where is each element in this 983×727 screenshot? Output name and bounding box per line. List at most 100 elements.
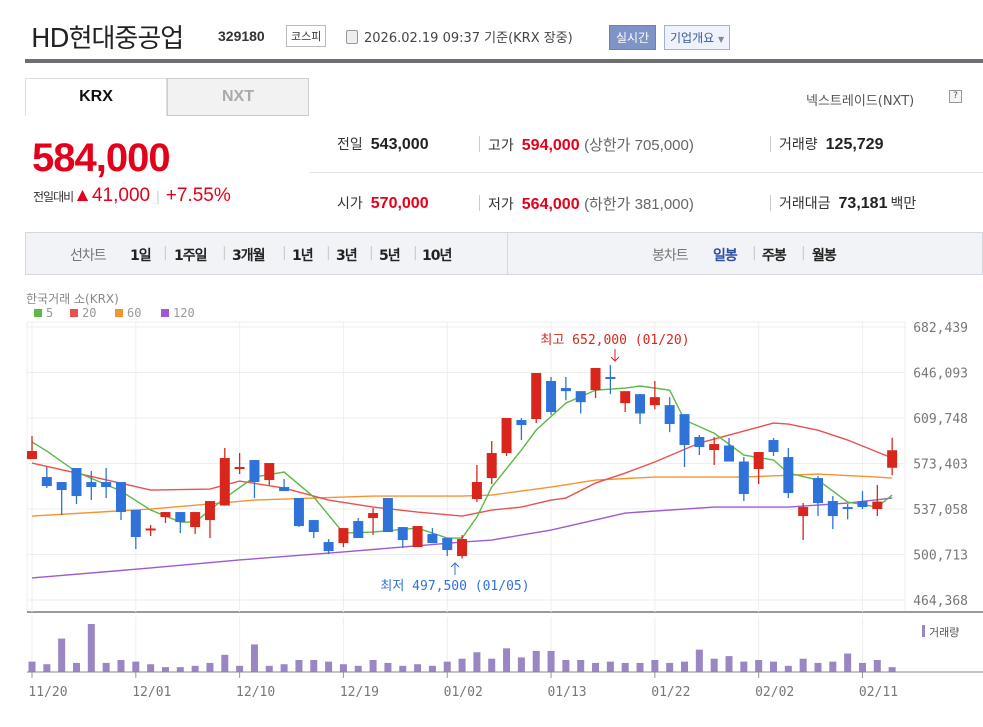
legend-ma60: 60 bbox=[115, 306, 141, 320]
period-1d[interactable]: 1일 bbox=[130, 245, 152, 265]
candle-chart-label: 봉차트 bbox=[652, 248, 689, 264]
ma60-line bbox=[31, 473, 893, 517]
y-tick-label: 682,439 bbox=[913, 321, 968, 336]
legend-ma5: 5 bbox=[34, 306, 53, 320]
candle-body bbox=[842, 507, 853, 510]
candle-body bbox=[783, 457, 794, 494]
stat-label: 저가 bbox=[488, 197, 514, 213]
x-tick-label: 12/19 bbox=[340, 685, 379, 700]
candle-daily[interactable]: 일봉 bbox=[713, 245, 738, 265]
volume-bar bbox=[310, 660, 318, 672]
volume-bar bbox=[28, 661, 36, 672]
stat-volume: 거래량 125,729 bbox=[779, 134, 883, 154]
y-tick-label: 573,403 bbox=[913, 458, 968, 473]
volume-bar bbox=[43, 664, 51, 672]
high-annotation: 최고 652,000 (01/20) bbox=[540, 333, 689, 348]
divider: | bbox=[413, 245, 418, 261]
divider: | bbox=[369, 245, 374, 261]
candle-body bbox=[827, 501, 838, 517]
divider bbox=[770, 195, 771, 211]
low-annotation: 최저 497,500 (01/05) bbox=[380, 579, 529, 594]
volume-bar bbox=[888, 667, 896, 672]
period-10y[interactable]: 10년 bbox=[422, 245, 452, 265]
candle-body bbox=[620, 391, 631, 404]
nxt-link[interactable]: 넥스트레이드(NXT) bbox=[806, 90, 914, 109]
clock-icon bbox=[346, 30, 358, 44]
candle-body bbox=[71, 468, 82, 497]
volume-bar bbox=[488, 658, 496, 672]
y-tick-label: 500,713 bbox=[913, 549, 968, 564]
candle-body bbox=[694, 437, 705, 448]
divider: | bbox=[326, 245, 331, 261]
period-5y[interactable]: 5년 bbox=[379, 245, 401, 265]
stat-amount: 거래대금 73,181 백만 bbox=[779, 193, 924, 213]
volume-bar bbox=[681, 661, 689, 672]
volume-bar bbox=[829, 661, 837, 672]
divider: | bbox=[752, 245, 757, 261]
period-3y[interactable]: 3년 bbox=[336, 245, 358, 265]
tab-krx[interactable]: KRX bbox=[25, 78, 167, 116]
stat-open: 시가 570,000 bbox=[337, 193, 429, 213]
volume-bar bbox=[725, 656, 733, 672]
candle-weekly[interactable]: 주봉 bbox=[762, 245, 787, 265]
candle-body bbox=[560, 388, 571, 392]
volume-bar bbox=[384, 662, 392, 672]
volume-bar bbox=[695, 649, 703, 672]
candle-body bbox=[798, 507, 809, 517]
candle-body bbox=[546, 381, 557, 413]
volume-bar bbox=[458, 658, 466, 672]
volume-bar bbox=[770, 661, 777, 672]
volume-bar bbox=[428, 665, 436, 672]
candle-body bbox=[175, 512, 186, 523]
volume-bar bbox=[191, 665, 199, 672]
candle-body bbox=[872, 501, 883, 510]
realtime-button[interactable]: 실시간 bbox=[609, 25, 657, 50]
tab-nxt[interactable]: NXT bbox=[167, 78, 309, 116]
candle-body bbox=[471, 482, 482, 500]
candle-body bbox=[649, 397, 660, 406]
period-1w[interactable]: 1주일 bbox=[174, 245, 208, 265]
volume-bar bbox=[814, 662, 822, 672]
stats-divider bbox=[310, 172, 983, 173]
divider: | bbox=[156, 188, 160, 204]
x-tick-label: 01/13 bbox=[547, 685, 586, 700]
help-icon[interactable]: ? bbox=[949, 90, 962, 103]
volume-bar bbox=[784, 665, 792, 672]
legend-swatch bbox=[161, 309, 169, 317]
y-tick-label: 609,748 bbox=[913, 412, 968, 427]
volume-bar bbox=[265, 665, 273, 672]
y-tick-label: 646,093 bbox=[913, 367, 968, 382]
volume-bar bbox=[517, 657, 525, 672]
current-price: 584,000 bbox=[32, 136, 171, 180]
divider bbox=[479, 195, 480, 211]
period-3m[interactable]: 3개월 bbox=[232, 245, 266, 265]
volume-bar bbox=[636, 662, 644, 672]
candle-monthly[interactable]: 월봉 bbox=[812, 245, 837, 265]
y-tick-label: 537,058 bbox=[913, 503, 968, 518]
volume-bar bbox=[399, 665, 407, 672]
stock-code: 329180 bbox=[218, 28, 265, 44]
volume-bar bbox=[666, 662, 674, 672]
stat-value: 594,000 bbox=[521, 137, 580, 154]
legend-swatch bbox=[115, 309, 123, 317]
candle-body bbox=[709, 444, 720, 451]
candle-body bbox=[279, 487, 290, 492]
volume-bar bbox=[161, 667, 169, 672]
volume-bar bbox=[354, 665, 362, 672]
candle-body bbox=[382, 498, 393, 533]
period-1y[interactable]: 1년 bbox=[292, 245, 314, 265]
volume-bar bbox=[547, 650, 555, 672]
candle-body bbox=[308, 520, 319, 533]
candle-body bbox=[724, 445, 735, 462]
legend-swatch bbox=[34, 309, 42, 317]
legend-ma120: 120 bbox=[161, 306, 195, 320]
chart-type-bar bbox=[25, 232, 983, 275]
volume-bar bbox=[799, 658, 807, 672]
candle-body bbox=[768, 440, 779, 453]
legend-label: 60 bbox=[127, 306, 142, 320]
candle-body bbox=[427, 534, 438, 544]
x-tick-label: 12/01 bbox=[132, 685, 171, 700]
candle-body bbox=[264, 463, 275, 481]
divider: | bbox=[801, 245, 806, 261]
company-info-dropdown[interactable]: 기업개요 ▼ bbox=[664, 25, 731, 50]
